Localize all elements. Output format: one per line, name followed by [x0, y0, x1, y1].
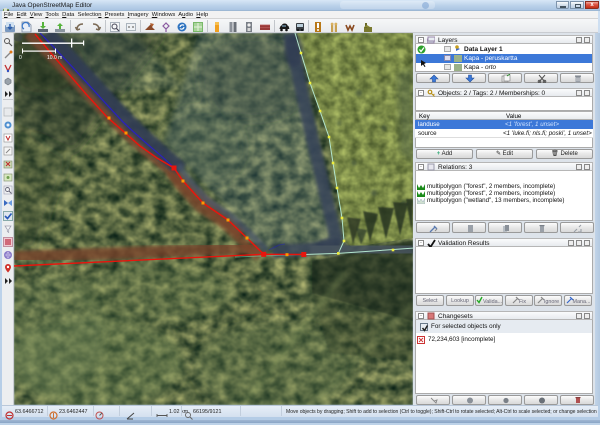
svg-text:10.0 m: 10.0 m: [47, 55, 62, 61]
svg-text:0: 0: [19, 55, 22, 61]
